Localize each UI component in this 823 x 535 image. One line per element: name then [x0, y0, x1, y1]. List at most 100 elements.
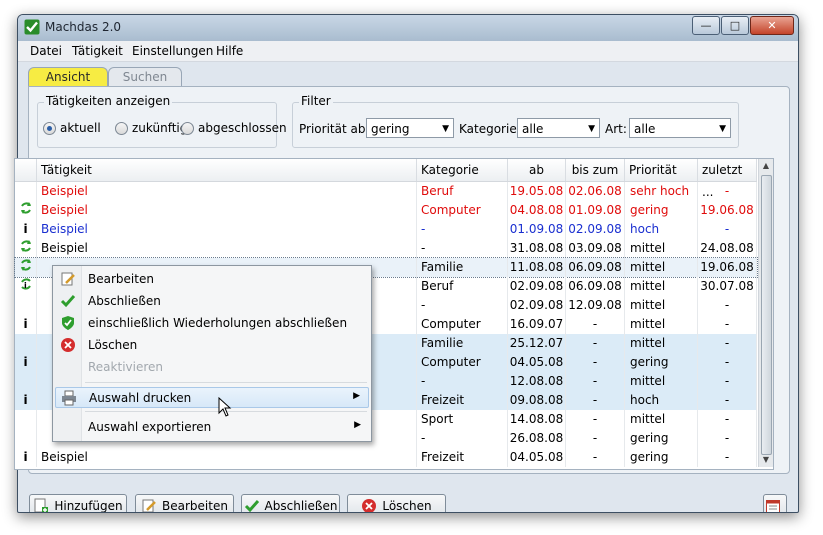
table-row[interactable]: i Beispiel -01.09.08 02.09.08 hoch -	[15, 220, 757, 239]
mouse-pointer-icon	[218, 397, 232, 417]
table-cell-icon	[15, 258, 37, 277]
info-icon: i	[23, 450, 28, 464]
context-menu-print-selection[interactable]: Auswahl drucken ▶	[55, 387, 369, 408]
column-header-icon[interactable]	[15, 159, 37, 181]
table-row[interactable]: i Beispiel Freizeit 04.05.08- gering -	[15, 448, 757, 467]
table-cell-icon: i	[15, 220, 37, 239]
table-cell-icon	[15, 334, 37, 353]
table-cell-icon	[15, 429, 37, 448]
context-menu: Bearbeiten Abschließen einschließlich Wi…	[52, 265, 372, 442]
calendar-button[interactable]	[763, 494, 787, 512]
menu-einstellungen[interactable]: Einstellungen	[132, 44, 213, 58]
table-cell-ab: 04.08.08	[508, 201, 566, 220]
menu-hilfe[interactable]: Hilfe	[216, 44, 243, 58]
radio-dot[interactable]	[181, 121, 194, 135]
context-menu-complete-with-repeats[interactable]: einschließlich Wiederholungen abschließe…	[55, 313, 369, 334]
close-button[interactable]: ✕	[750, 16, 794, 35]
table-cell-kat: Beruf	[417, 277, 508, 296]
table-cell-ab: 04.05.08	[508, 353, 566, 372]
table-cell-bis: 01.09.08	[566, 201, 625, 220]
table-cell-icon: i	[15, 277, 37, 296]
context-menu-delete[interactable]: Löschen	[55, 335, 369, 356]
table-cell-last: -	[698, 448, 757, 467]
radio-abgeschlossen[interactable]: abgeschlossen	[181, 121, 287, 135]
table-cell-kat: Beruf	[417, 182, 508, 201]
title-bar[interactable]: Machdas 2.0 — □ ✕	[18, 15, 798, 41]
context-menu-complete[interactable]: Abschließen	[55, 291, 369, 312]
scroll-down-arrow-icon[interactable]: ▼	[759, 453, 773, 467]
priority-select[interactable]: gering ▼	[366, 118, 454, 138]
table-cell-bis: 12.09.08	[566, 296, 625, 315]
table-cell-ab: 25.12.07	[508, 334, 566, 353]
table-cell-icon	[15, 296, 37, 315]
delete-button[interactable]: Löschen	[347, 494, 446, 512]
table-cell-last: -	[698, 391, 757, 410]
tab-ansicht[interactable]: Ansicht	[28, 67, 108, 86]
edit-button[interactable]: Bearbeiten	[135, 494, 234, 512]
table-cell-prio: hoch	[625, 220, 698, 239]
table-cell-prio: mittel	[625, 372, 698, 391]
menu-datei[interactable]: Datei	[30, 44, 62, 58]
add-document-icon	[34, 498, 49, 512]
submenu-arrow-icon: ▶	[353, 391, 360, 401]
tab-suchen[interactable]: Suchen	[108, 67, 182, 86]
maximize-button[interactable]: □	[721, 16, 749, 35]
table-row[interactable]: Beispiel -31.08.08 03.09.08 mittel 24.08.08	[15, 239, 757, 258]
printer-icon	[62, 390, 76, 406]
recurring-icon	[20, 202, 31, 214]
table-row[interactable]: Beispiel Beruf 19.05.08 02.06.08 sehr hoch -	[15, 182, 757, 201]
info-icon: i	[23, 393, 28, 407]
table-cell-prio: mittel	[625, 315, 698, 334]
table-cell-bis: -	[566, 448, 625, 467]
checkmark-icon	[244, 500, 259, 512]
context-menu-export-selection[interactable]: Auswahl exportieren ▶	[55, 417, 369, 438]
info-icon: i	[23, 355, 28, 369]
table-cell-bis: -	[566, 372, 625, 391]
table-cell-name: Beispiel	[37, 448, 417, 467]
type-select[interactable]: alle ▼	[629, 118, 731, 138]
scroll-up-arrow-icon[interactable]: ▲	[759, 159, 773, 173]
table-cell-ab: 02.09.08	[508, 277, 566, 296]
column-header-kategorie[interactable]: Kategorie	[417, 159, 508, 181]
scroll-thumb[interactable]	[761, 175, 772, 455]
category-label: Kategorie:	[459, 122, 521, 136]
table-cell-kat: Familie	[417, 334, 508, 353]
complete-button[interactable]: Abschließen	[241, 494, 340, 512]
table-header: Tätigkeit Kategorie ab bis zum Priorität…	[15, 159, 757, 199]
column-header-bis[interactable]: bis zum	[566, 159, 625, 181]
table-cell-last: -	[698, 182, 757, 201]
table-cell-kat: Familie	[417, 258, 508, 277]
context-menu-edit[interactable]: Bearbeiten	[55, 269, 369, 290]
table-cell-icon	[15, 201, 37, 220]
table-cell-icon: i	[15, 448, 37, 467]
table-cell-kat: -	[417, 296, 508, 315]
column-header-ab[interactable]: ab	[508, 159, 566, 181]
minimize-button[interactable]: —	[692, 16, 720, 35]
radio-dot[interactable]	[115, 121, 128, 135]
table-row[interactable]: Beispiel Computer 04.08.08 01.09.08 gering 19…	[15, 201, 757, 220]
table-cell-prio: sehr hoch	[625, 182, 698, 201]
menu-bar: Datei Tätigkeit Einstellungen Hilfe	[18, 41, 798, 62]
table-cell-prio: mittel	[625, 410, 698, 429]
show-activities-title: Tätigkeiten anzeigen	[44, 94, 173, 108]
column-header-taetigkeit[interactable]: Tätigkeit	[37, 159, 417, 181]
category-select[interactable]: alle ▼	[517, 118, 600, 138]
table-cell-bis: 06.09.08	[566, 277, 625, 296]
recurring-icon	[20, 259, 31, 271]
info-icon: i	[23, 222, 28, 236]
table-cell-name: Beispiel	[37, 201, 417, 220]
radio-aktuell[interactable]: aktuell	[43, 121, 101, 135]
table-cell-bis: 02.06.08	[566, 182, 625, 201]
radio-zukuenftig[interactable]: zukünftig	[115, 121, 187, 135]
table-cell-prio: mittel	[625, 258, 698, 277]
table-cell-ab: 14.08.08	[508, 410, 566, 429]
column-header-prioritaet[interactable]: Priorität	[625, 159, 698, 181]
priority-label: Priorität ab:	[299, 122, 370, 136]
menu-taetigkeit[interactable]: Tätigkeit	[72, 44, 123, 58]
shield-check-icon	[62, 316, 74, 330]
table-cell-prio: gering	[625, 201, 698, 220]
add-button[interactable]: Hinzufügen	[29, 494, 127, 512]
vertical-scrollbar[interactable]: ▲ ▼	[758, 159, 773, 467]
radio-dot-selected[interactable]	[43, 121, 56, 135]
column-header-zuletzt[interactable]: zuletzt ...	[698, 159, 757, 199]
